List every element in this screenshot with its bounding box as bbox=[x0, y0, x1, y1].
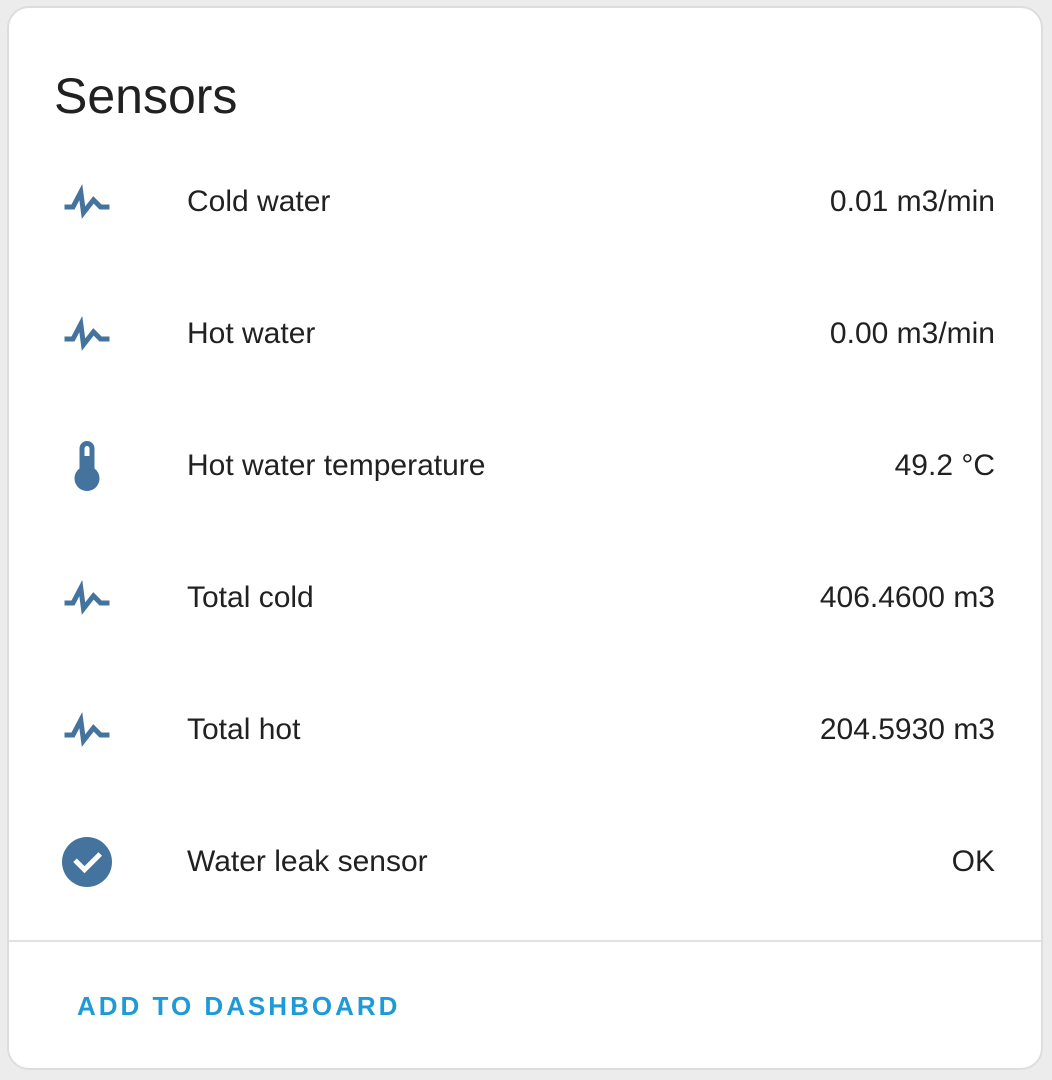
sensor-value: 0.01 m3/min bbox=[829, 185, 995, 218]
pulse-icon bbox=[57, 700, 117, 760]
sensor-row-hot-water-temperature[interactable]: Hot water temperature 49.2 °C bbox=[9, 400, 1041, 532]
sensor-row-total-hot[interactable]: Total hot 204.5930 m3 bbox=[9, 664, 1041, 796]
card-divider bbox=[9, 940, 1041, 942]
sensor-label: Hot water temperature bbox=[187, 449, 486, 482]
sensor-row-water-leak-sensor[interactable]: Water leak sensor OK bbox=[9, 796, 1041, 928]
pulse-icon bbox=[57, 304, 117, 364]
sensors-card: Sensors Cold water 0.01 m3/min Hot water… bbox=[7, 6, 1043, 1070]
pulse-icon bbox=[57, 568, 117, 628]
sensor-value: 49.2 °C bbox=[894, 449, 995, 482]
sensor-value: OK bbox=[951, 845, 995, 878]
sensor-label: Total cold bbox=[187, 581, 314, 614]
sensor-label: Hot water bbox=[187, 317, 316, 350]
sensor-row-total-cold[interactable]: Total cold 406.4600 m3 bbox=[9, 532, 1041, 664]
sensor-value: 0.00 m3/min bbox=[829, 317, 995, 350]
add-to-dashboard-button[interactable]: ADD TO DASHBOARD bbox=[61, 974, 416, 1038]
sensor-value: 204.5930 m3 bbox=[819, 713, 995, 746]
card-title: Sensors bbox=[54, 68, 238, 124]
sensor-label: Total hot bbox=[187, 713, 301, 746]
check-circle-icon bbox=[57, 832, 117, 892]
sensor-list: Cold water 0.01 m3/min Hot water 0.00 m3… bbox=[9, 136, 1041, 928]
sensor-label: Cold water bbox=[187, 185, 331, 218]
sensor-label: Water leak sensor bbox=[187, 845, 428, 878]
pulse-icon bbox=[57, 172, 117, 232]
sensor-value: 406.4600 m3 bbox=[819, 581, 995, 614]
sensor-row-hot-water[interactable]: Hot water 0.00 m3/min bbox=[9, 268, 1041, 400]
sensor-row-cold-water[interactable]: Cold water 0.01 m3/min bbox=[9, 136, 1041, 268]
thermometer-icon bbox=[57, 436, 117, 496]
